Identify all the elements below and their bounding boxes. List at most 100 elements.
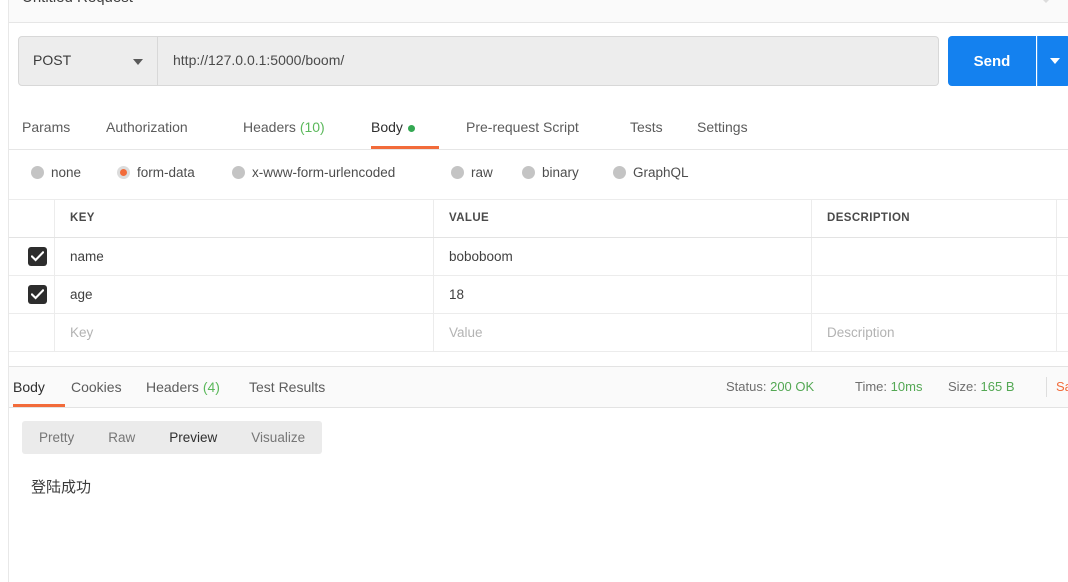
caret-down-icon	[1050, 58, 1060, 64]
request-tab-tests[interactable]: Tests	[630, 105, 663, 149]
header-description-cell: DESCRIPTION	[812, 200, 1057, 237]
body-type-radio-raw[interactable]: raw	[451, 165, 493, 185]
body-type-radio-x-www-form-urlencoded[interactable]: x-www-form-urlencoded	[232, 165, 395, 185]
radio-button-icon	[613, 166, 626, 179]
body-type-radio-graphql[interactable]: GraphQL	[613, 165, 689, 185]
row-key-input[interactable]: age	[55, 276, 434, 313]
request-title-bar: Untitled Request	[9, 0, 1068, 22]
response-view-mode-group: Pretty Raw Preview Visualize	[22, 421, 323, 454]
table-header-row: KEY VALUE DESCRIPTION	[9, 200, 1068, 238]
response-meta-bar: Status: 200 OK Time: 10ms Size: 165 B Sa…	[9, 366, 1068, 408]
tab-label: Authorization	[106, 119, 188, 135]
url-bar-row: POST http://127.0.0.1:5000/boom/ Send	[9, 22, 1068, 100]
row-value-input[interactable]: 18	[434, 276, 812, 313]
cell-text: 18	[449, 287, 465, 302]
response-view-preview[interactable]: Preview	[152, 421, 234, 454]
tab-count: (4)	[202, 379, 220, 395]
size-value: 165 B	[980, 379, 1015, 394]
row-key-input[interactable]: Key	[55, 314, 434, 351]
caret-down-icon	[133, 59, 143, 65]
response-tab-test-results[interactable]: Test Results	[249, 367, 325, 407]
url-value: http://127.0.0.1:5000/boom/	[173, 52, 345, 68]
table-row: age 18	[9, 276, 1068, 314]
tab-label: Test Results	[249, 379, 326, 395]
tab-label: Settings	[697, 119, 748, 135]
row-description-input[interactable]	[812, 238, 1057, 275]
radio-button-icon	[232, 166, 245, 179]
cell-text: name	[70, 249, 104, 264]
method-select[interactable]: POST	[18, 36, 158, 86]
column-header-label: KEY	[70, 212, 95, 224]
radio-button-icon	[31, 166, 44, 179]
postman-request-response-pane: Untitled Request POST http://127.0.0.1:5…	[0, 0, 1068, 582]
response-view-pretty[interactable]: Pretty	[22, 421, 91, 454]
response-body-text: 登陆成功	[31, 478, 92, 496]
body-type-radio-binary[interactable]: binary	[522, 165, 579, 185]
body-type-radio-group: none form-data x-www-form-urlencoded raw bin…	[9, 150, 1068, 200]
time-label: Time:	[855, 379, 888, 394]
radio-label: binary	[542, 165, 579, 180]
cell-text: Value	[449, 325, 483, 340]
radio-button-icon	[451, 166, 464, 179]
radio-label: raw	[471, 165, 493, 180]
size-label: Size:	[948, 379, 977, 394]
time-meta: Time: 10ms	[855, 367, 922, 407]
body-type-radio-none[interactable]: none	[31, 165, 81, 185]
request-tab-body[interactable]: Body	[371, 105, 415, 149]
tab-label: Headers	[243, 119, 296, 135]
row-key-input[interactable]: name	[55, 238, 434, 275]
status-label: Status:	[726, 379, 767, 394]
row-value-input[interactable]: boboboom	[434, 238, 812, 275]
save-response-button[interactable]: Save Response	[1056, 367, 1068, 407]
response-tab-headers[interactable]: Headers (4)	[146, 367, 220, 407]
request-tab-headers[interactable]: Headers (10)	[243, 105, 325, 149]
request-tab-settings[interactable]: Settings	[697, 105, 748, 149]
meta-divider	[1046, 377, 1047, 397]
form-data-table: KEY VALUE DESCRIPTION name boboboom age 18 Key V…	[9, 200, 1068, 366]
method-label: POST	[33, 52, 72, 68]
header-checkbox-cell	[9, 200, 55, 237]
radio-button-icon	[522, 166, 535, 179]
radio-label: GraphQL	[633, 165, 689, 180]
response-view-visualize[interactable]: Visualize	[234, 421, 322, 454]
request-tabs: Params Authorization Headers (10) Body Pre-r…	[9, 105, 1068, 150]
chevron-down-icon[interactable]	[1038, 0, 1054, 3]
checkmark-icon	[31, 289, 44, 300]
tab-label: Tests	[630, 119, 663, 135]
active-response-tab-underline	[13, 404, 65, 407]
request-tab-pre-request-script[interactable]: Pre-request Script	[466, 105, 579, 149]
tab-label: Pre-request Script	[466, 119, 579, 135]
row-checkbox[interactable]	[28, 247, 47, 266]
radio-label: form-data	[137, 165, 195, 180]
row-description-input[interactable]: Description	[812, 314, 1057, 351]
row-checkbox-cell	[9, 314, 55, 351]
send-options-button[interactable]	[1037, 36, 1068, 86]
column-header-label: DESCRIPTION	[827, 212, 910, 224]
tab-label: Body	[13, 379, 45, 395]
cell-text: Description	[827, 325, 895, 340]
tab-count: (10)	[299, 119, 325, 135]
column-header-label: VALUE	[449, 212, 490, 224]
url-input[interactable]: http://127.0.0.1:5000/boom/	[158, 36, 939, 86]
tab-label: Params	[22, 119, 71, 135]
table-row: Key Value Description	[9, 314, 1068, 352]
cell-text: boboboom	[449, 249, 513, 264]
response-tab-body[interactable]: Body	[13, 367, 45, 407]
header-value-cell: VALUE	[434, 200, 812, 237]
response-view-raw[interactable]: Raw	[91, 421, 152, 454]
status-meta: Status: 200 OK	[726, 367, 814, 407]
send-button[interactable]: Send	[948, 36, 1036, 86]
body-type-radio-form-data[interactable]: form-data	[117, 165, 195, 185]
tab-label: Cookies	[71, 379, 122, 395]
request-tab-params[interactable]: Params	[22, 105, 70, 149]
radio-button-icon	[117, 166, 130, 179]
request-tab-authorization[interactable]: Authorization	[106, 105, 188, 149]
response-tab-cookies[interactable]: Cookies	[71, 367, 122, 407]
status-value: 200 OK	[770, 379, 815, 394]
response-body-pane: Pretty Raw Preview Visualize 登陆成功	[9, 408, 1068, 582]
row-description-input[interactable]	[812, 276, 1057, 313]
radio-label: none	[51, 165, 82, 180]
row-value-input[interactable]: Value	[434, 314, 812, 351]
row-checkbox-cell	[9, 276, 55, 313]
row-checkbox[interactable]	[28, 285, 47, 304]
